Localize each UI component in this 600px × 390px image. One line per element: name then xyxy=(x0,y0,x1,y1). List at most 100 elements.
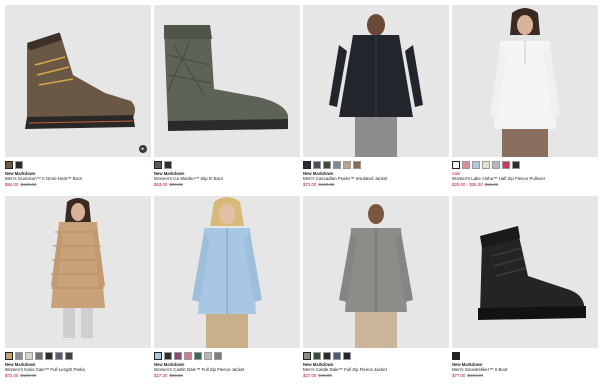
color-swatch[interactable] xyxy=(303,352,311,360)
product-price: $84.00 $120.00 xyxy=(5,182,36,187)
tan-parka-image xyxy=(5,196,151,348)
product-price: $20.00 - $36.30 $55.00 xyxy=(452,182,498,187)
product-name[interactable]: Women's Lake Aloha™ Half Zip Fleece Pull… xyxy=(452,176,545,181)
product-image[interactable] xyxy=(154,196,300,348)
original-price: $90.00 xyxy=(169,182,183,187)
product-card[interactable]: New Markdown Men's Castle Dale™ Full Zip… xyxy=(303,196,449,378)
product-image[interactable] xyxy=(452,196,598,348)
color-swatch[interactable] xyxy=(184,352,192,360)
color-swatches xyxy=(452,161,520,169)
color-swatch[interactable] xyxy=(303,161,311,169)
color-swatch[interactable] xyxy=(333,161,341,169)
color-swatch[interactable] xyxy=(154,161,162,169)
product-name[interactable]: Men's Castle Dale™ Full Zip Fleece Jacke… xyxy=(303,367,387,372)
black-boot-image xyxy=(452,196,598,348)
product-card[interactable]: New Markdown Women's Castle Dale™ Full Z… xyxy=(154,196,300,378)
product-image[interactable] xyxy=(452,5,598,157)
sale-price: $72.00 xyxy=(5,373,19,378)
color-swatch[interactable] xyxy=(333,352,341,360)
color-swatch[interactable] xyxy=(35,352,43,360)
original-price: $120.00 xyxy=(20,182,37,187)
product-name[interactable]: Men's Gunnison™ II Omni-Heat™ Boot xyxy=(5,176,82,181)
color-swatch[interactable] xyxy=(45,352,53,360)
sale-price: $27.30 xyxy=(154,373,168,378)
product-image[interactable] xyxy=(154,5,300,157)
product-card[interactable]: New Markdown Women's Karis Gale™ Full Le… xyxy=(5,196,151,378)
color-swatch[interactable] xyxy=(353,161,361,169)
product-image[interactable] xyxy=(5,196,151,348)
color-swatch[interactable] xyxy=(214,352,222,360)
grey-fleece-image xyxy=(303,196,449,348)
color-swatch[interactable] xyxy=(502,161,510,169)
grey-slip-boot-image xyxy=(154,5,300,157)
color-swatch[interactable] xyxy=(25,352,33,360)
product-card[interactable]: ▸ New Markdown Men's Gunnison™ II Omni-H… xyxy=(5,5,151,187)
color-swatch[interactable] xyxy=(15,352,23,360)
product-price: $72.00 $120.00 xyxy=(5,373,36,378)
color-swatches xyxy=(5,352,73,360)
color-swatches xyxy=(452,352,460,360)
sale-price: $20.00 - $36.30 xyxy=(452,182,483,187)
product-image[interactable] xyxy=(303,196,449,348)
color-swatch[interactable] xyxy=(343,161,351,169)
product-card[interactable]: New Markdown Men's Snowtrekker™ II Boot … xyxy=(452,196,598,378)
product-image[interactable]: ▸ xyxy=(5,5,151,157)
original-price: $55.00 xyxy=(484,182,499,187)
product-card[interactable]: New Markdown Women's Ice Maiden™ Slip II… xyxy=(154,5,300,187)
color-swatch[interactable] xyxy=(65,352,73,360)
color-swatches xyxy=(154,161,172,169)
color-swatch[interactable] xyxy=(55,352,63,360)
sale-price: $77.00 xyxy=(452,373,466,378)
color-swatch[interactable] xyxy=(462,161,470,169)
color-swatch[interactable] xyxy=(452,352,460,360)
product-price: $72.00 $120.00 xyxy=(303,182,334,187)
color-swatch[interactable] xyxy=(323,161,331,169)
product-name[interactable]: Women's Karis Gale™ Full Length Parka xyxy=(5,367,85,372)
black-jacket-image xyxy=(303,5,449,157)
product-name[interactable]: Women's Castle Dale™ Full Zip Fleece Jac… xyxy=(154,367,244,372)
original-price: $110.00 xyxy=(467,373,483,378)
color-swatch[interactable] xyxy=(313,352,321,360)
color-swatch[interactable] xyxy=(482,161,490,169)
original-price: $120.00 xyxy=(318,182,335,187)
color-swatches xyxy=(154,352,222,360)
product-name[interactable]: Men's Cascadian Peaks™ Insulated Jacket xyxy=(303,176,387,181)
color-swatch[interactable] xyxy=(492,161,500,169)
product-image[interactable] xyxy=(303,5,449,157)
product-price: $27.00 $45.00 xyxy=(303,373,332,378)
color-swatch[interactable] xyxy=(204,352,212,360)
color-swatch[interactable] xyxy=(174,352,182,360)
product-name[interactable]: Women's Ice Maiden™ Slip III Boot xyxy=(154,176,223,181)
color-swatch[interactable] xyxy=(472,161,480,169)
color-swatch[interactable] xyxy=(323,352,331,360)
color-swatch[interactable] xyxy=(164,352,172,360)
color-swatch[interactable] xyxy=(164,161,172,169)
color-swatch[interactable] xyxy=(194,352,202,360)
white-pullover-image xyxy=(452,5,598,157)
color-swatches xyxy=(303,352,351,360)
product-name[interactable]: Men's Snowtrekker™ II Boot xyxy=(452,367,508,372)
color-swatch[interactable] xyxy=(452,161,460,169)
color-swatch[interactable] xyxy=(154,352,162,360)
color-swatch[interactable] xyxy=(15,161,23,169)
product-price: $63.00 $90.00 xyxy=(154,182,183,187)
color-swatch[interactable] xyxy=(5,352,13,360)
sale-price: $27.00 xyxy=(303,373,317,378)
sale-price: $63.00 xyxy=(154,182,168,187)
color-swatches xyxy=(5,161,23,169)
gallery-icon[interactable]: ▸ xyxy=(139,145,147,153)
product-card[interactable]: New Markdown Men's Cascadian Peaks™ Insu… xyxy=(303,5,449,187)
color-swatch[interactable] xyxy=(313,161,321,169)
sale-price: $72.00 xyxy=(303,182,317,187)
original-price: $45.00 xyxy=(318,373,332,378)
brown-boot-image xyxy=(5,5,151,157)
original-price: $55.00 xyxy=(169,373,183,378)
original-price: $120.00 xyxy=(20,373,37,378)
color-swatch[interactable] xyxy=(343,352,351,360)
color-swatch[interactable] xyxy=(512,161,520,169)
product-price: $77.00 $110.00 xyxy=(452,373,483,378)
blue-fleece-image xyxy=(154,196,300,348)
color-swatch[interactable] xyxy=(5,161,13,169)
product-card[interactable]: Sale Women's Lake Aloha™ Half Zip Fleece… xyxy=(452,5,598,187)
product-price: $27.30 $55.00 xyxy=(154,373,183,378)
